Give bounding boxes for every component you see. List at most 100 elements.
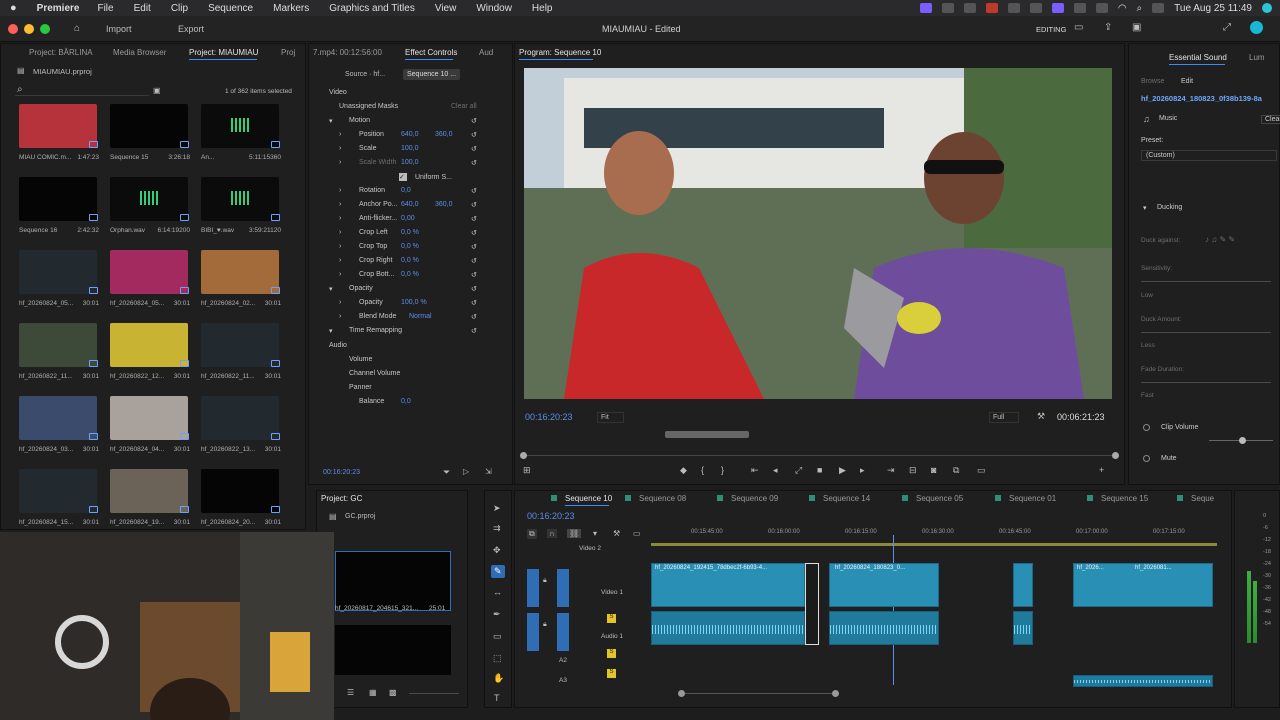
solo-button[interactable]: S [607,669,616,678]
mute-checkbox[interactable] [1143,455,1150,462]
reset-icon[interactable]: ↺ [471,229,477,237]
project-item-thumbnail[interactable] [201,250,279,294]
tab-audio[interactable]: Aud [479,48,493,57]
menu-help[interactable]: Help [532,3,553,14]
control-center-icon[interactable] [1152,3,1165,13]
tab-sequence[interactable]: Sequence 09 [731,494,778,503]
freeform-view-icon[interactable]: ▩ [389,688,397,697]
export-frame-icon[interactable]: ⇲ [485,467,492,476]
extract-icon[interactable]: ⊟ [909,465,917,476]
effect-toggle-icon[interactable]: › [339,229,341,236]
reset-icon[interactable]: ↺ [471,131,477,139]
track-source-button[interactable] [557,569,569,607]
zoom-right-handle[interactable] [832,690,839,697]
effect-param-value-1[interactable]: 0,00 [401,215,415,222]
marker-icon[interactable]: ▾ [593,529,597,538]
effect-toggle-icon[interactable]: › [339,145,341,152]
timeline-timecode[interactable]: 00:16:20:23 [527,511,575,521]
reset-icon[interactable]: ↺ [471,271,477,279]
captions-icon[interactable]: ▭ [633,529,641,538]
status-icon[interactable] [1029,3,1042,13]
import-tab[interactable]: Import [106,24,132,34]
menu-clip[interactable]: Clip [171,3,188,14]
track-select-tool-icon[interactable]: ⇉ [493,523,501,534]
duck-against-icons[interactable]: ♪ ♫ ✎ ✎ [1205,235,1235,244]
source-dropdown[interactable]: Source · hf... [345,71,385,78]
tab-essential-sound[interactable]: Essential Sound [1169,53,1227,62]
reset-icon[interactable]: ↺ [471,117,477,125]
step-forward-icon[interactable]: ▸ [860,465,865,476]
marker-icon[interactable]: ◆ [680,465,687,476]
channel-volume-effect[interactable]: Channel Volume [349,370,400,377]
linked-selection-icon[interactable]: ⛓ [567,529,582,538]
ducking-toggle[interactable]: ▾ [1143,204,1147,212]
menu-edit[interactable]: Edit [134,3,151,14]
step-back-icon[interactable]: ◂ [773,465,778,476]
effect-toggle-icon[interactable]: › [339,159,341,166]
icon-view-icon[interactable]: ▦ [369,688,377,697]
crop-tool-icon[interactable]: ⬚ [493,653,502,664]
reset-icon[interactable]: ↺ [471,327,477,335]
project-item-thumbnail[interactable] [19,469,97,513]
tab-sequence[interactable]: Sequence 08 [639,494,686,503]
status-icon[interactable] [963,3,976,13]
menu-file[interactable]: File [97,3,113,14]
go-to-in-icon[interactable]: ⇤ [751,465,759,476]
pen-tool-icon[interactable]: ✒ [493,609,501,620]
tab-browse[interactable]: Browse [1141,78,1164,85]
reset-icon[interactable]: ↺ [471,159,477,167]
effect-toggle-icon[interactable]: ▾ [329,285,333,293]
playhead-end-knob[interactable] [1112,452,1119,459]
reset-icon[interactable]: ↺ [471,145,477,153]
quick-export-icon[interactable]: ▣ [1132,22,1141,33]
battery-icon[interactable] [1095,3,1108,13]
effect-param-value-1[interactable]: 0,0 % [401,243,419,250]
menu-view[interactable]: View [435,3,457,14]
tab-edit[interactable]: Edit [1181,78,1193,85]
status-icon[interactable] [1051,3,1064,13]
thumbnail-size-slider[interactable] [409,693,459,694]
insert-sequence-icon[interactable]: ⧉ [527,529,537,539]
tab-sequence[interactable]: Sequence 15 [1101,494,1148,503]
insert-icon[interactable]: ⤢ [795,465,802,476]
close-window-button[interactable] [8,24,18,34]
project-item-thumbnail[interactable] [19,104,97,148]
razor-tool-icon[interactable]: ✎ [491,565,505,578]
effect-param-value-2[interactable]: 360,0 [435,131,453,138]
effect-toggle-icon[interactable]: › [339,313,341,320]
volume-effect[interactable]: Volume [349,356,372,363]
reset-icon[interactable]: ↺ [471,243,477,251]
solo-button[interactable]: S [607,649,616,658]
program-timecode[interactable]: 00:16:20:23 [525,412,573,422]
wrench-icon[interactable]: ⚒ [613,529,620,538]
track-target-button[interactable] [527,569,539,607]
audio-clip[interactable] [651,611,805,645]
menu-graphics[interactable]: Graphics and Titles [329,3,415,14]
menu-app-name[interactable]: Premiere [37,3,80,14]
effect-param-value-1[interactable]: 0,0 [401,187,411,194]
hand-tool-icon[interactable]: ✋ [493,673,504,684]
menu-window[interactable]: Window [476,3,512,14]
status-icon[interactable] [985,3,998,13]
lock-icon[interactable]: 🔒︎ [543,621,547,629]
track-target-button[interactable] [527,613,539,651]
tab-project-gc[interactable]: Project: GC [321,494,362,503]
snap-icon[interactable]: ∩ [547,529,557,538]
home-icon[interactable]: ⌂ [74,23,80,34]
uniform-scale-checkbox[interactable]: ✓ [399,173,407,181]
tab-lumetri[interactable]: Lum [1249,53,1265,62]
audio-clip[interactable] [1073,675,1213,687]
lock-icon[interactable]: 🔒︎ [543,577,547,585]
selection-tool-icon[interactable]: ➤ [493,503,501,514]
menu-sequence[interactable]: Sequence [208,3,253,14]
project-item-thumbnail[interactable] [110,469,188,513]
reset-icon[interactable]: ↺ [471,201,477,209]
effect-toggle-icon[interactable]: ▾ [329,117,333,125]
stop-icon[interactable]: ■ [817,465,822,475]
rectangle-tool-icon[interactable]: ▭ [493,631,502,642]
share-icon[interactable]: ⇪ [1104,22,1112,33]
clock[interactable]: Tue Aug 25 11:49 [1174,3,1252,14]
resolution-dropdown[interactable]: Full [989,412,1020,423]
effect-toggle-icon[interactable]: › [339,299,341,306]
effect-param-value-1[interactable]: 640,0 [401,201,419,208]
